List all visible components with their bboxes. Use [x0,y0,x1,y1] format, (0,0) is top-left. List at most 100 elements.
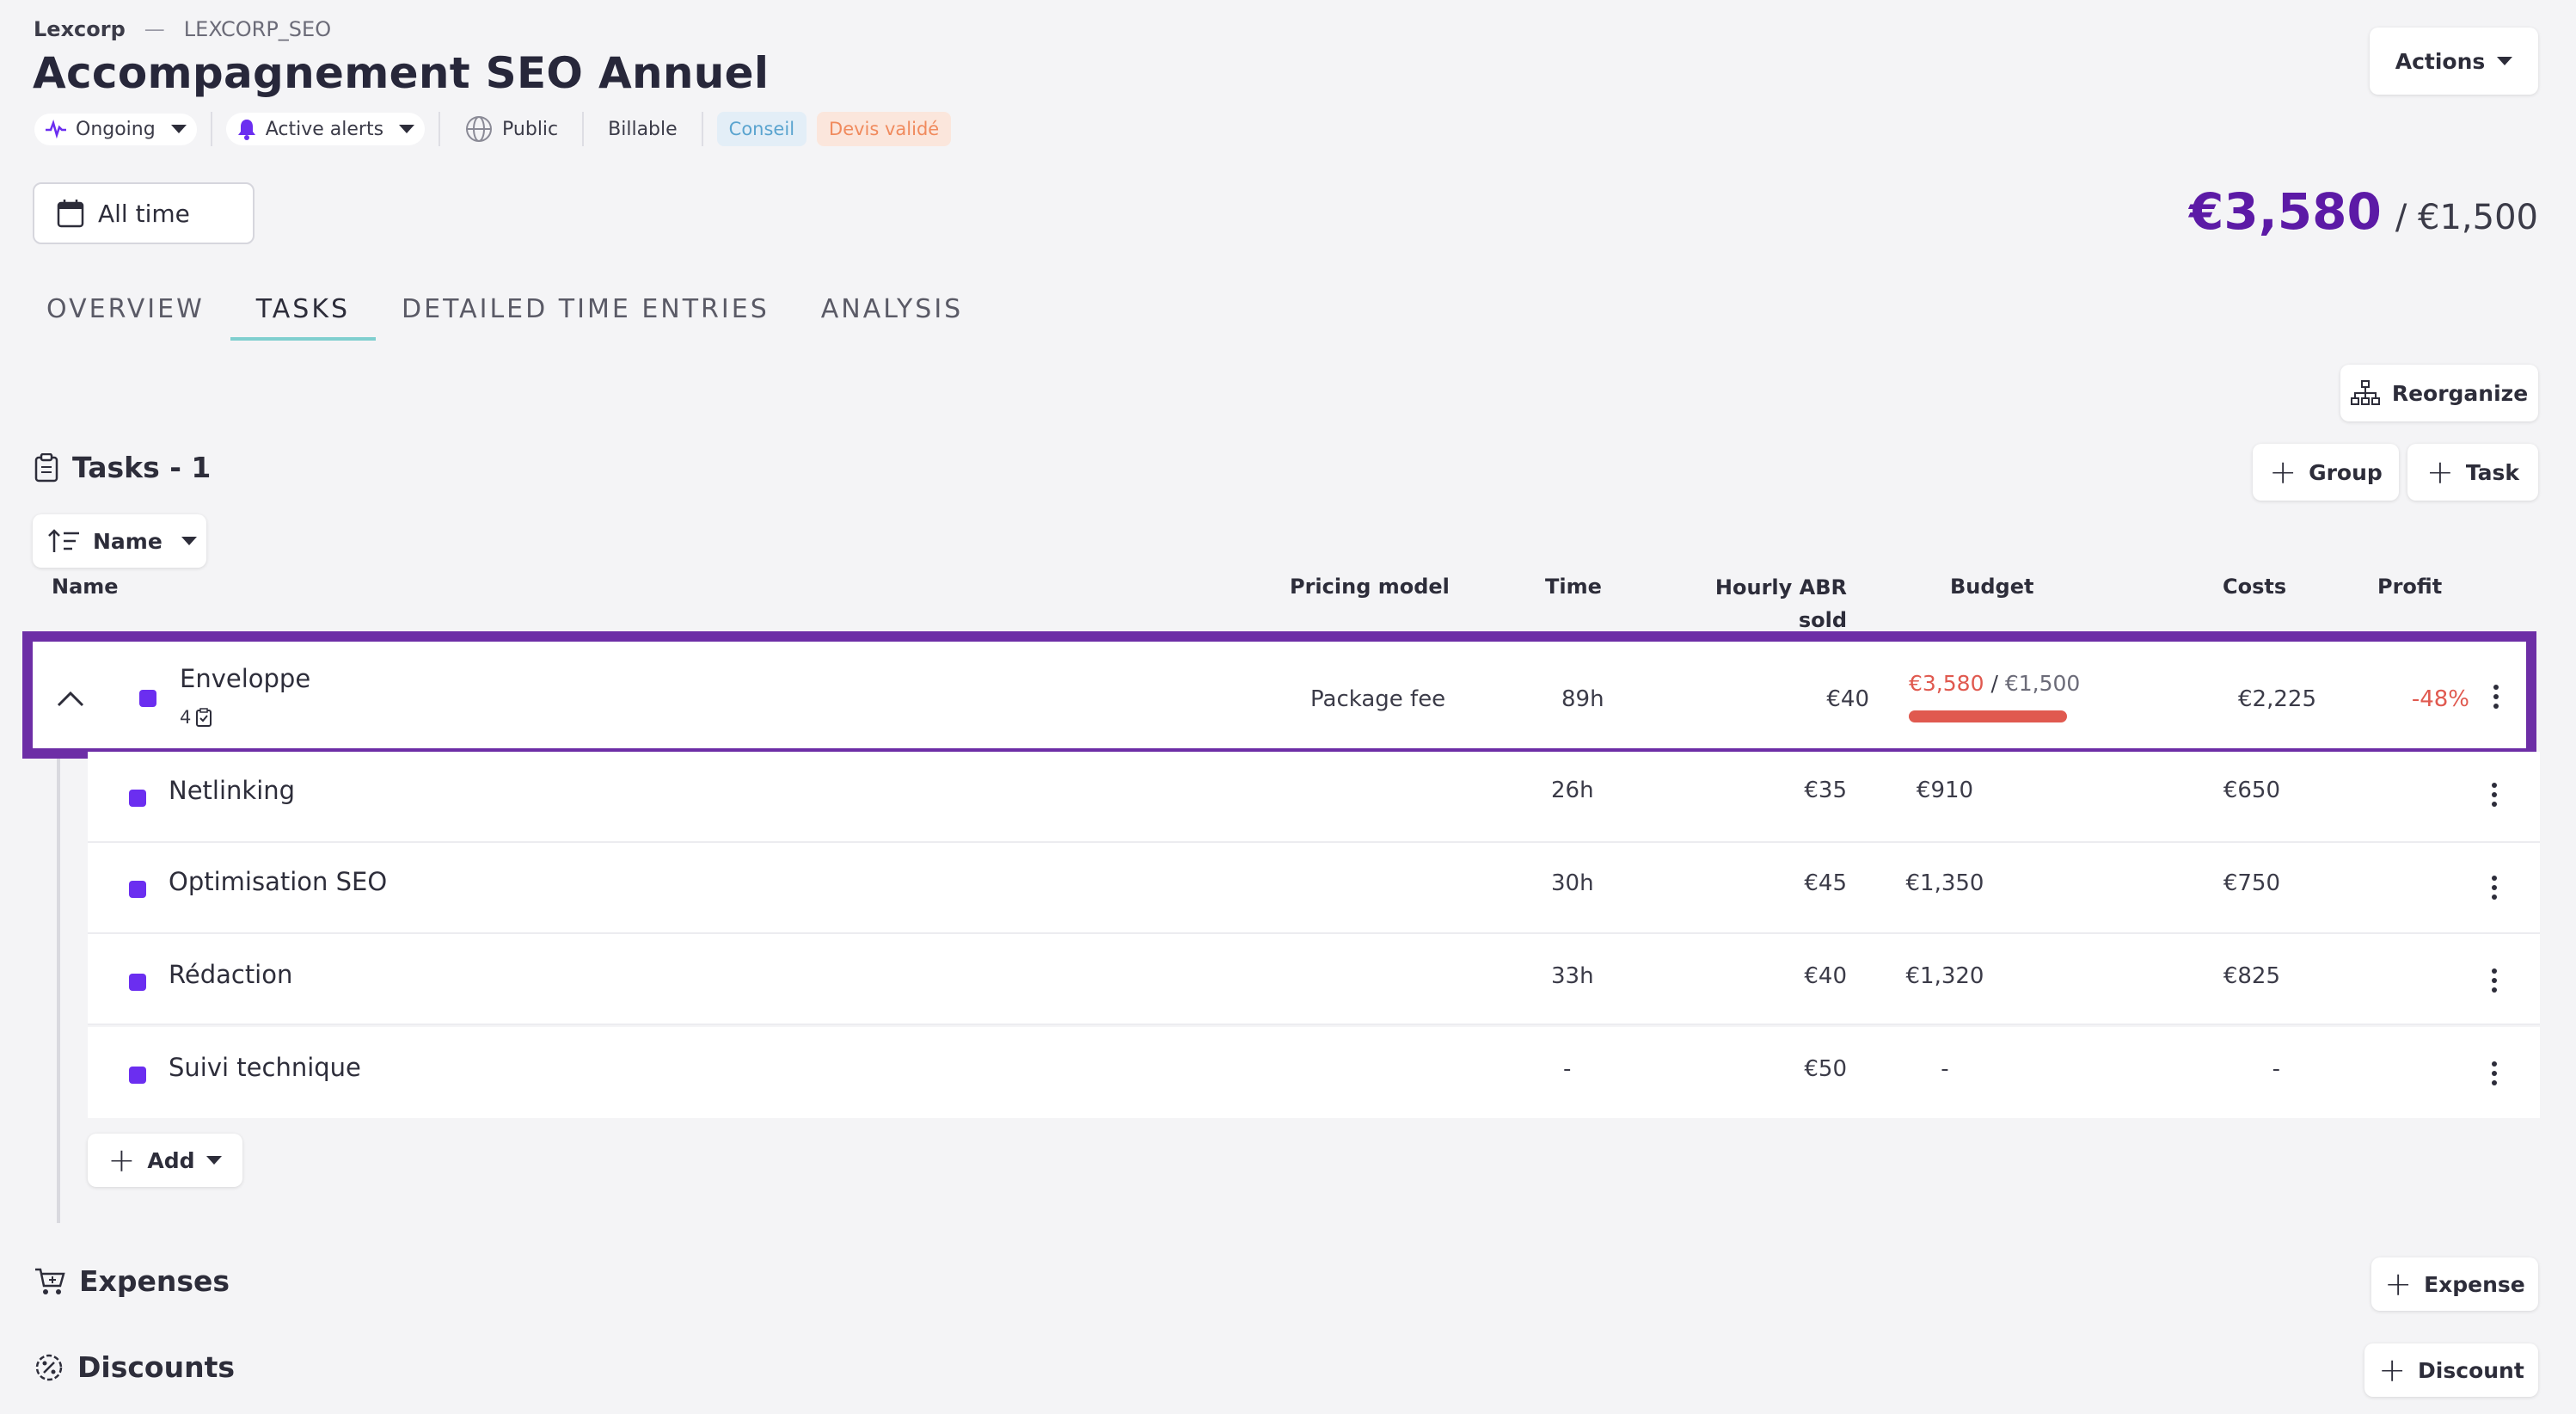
tab-analysis[interactable]: ANALYSIS [795,284,989,341]
add-dropdown-button[interactable]: + Add [88,1134,242,1187]
calendar-icon [57,200,84,228]
task-budget: €1,350 [1905,870,1984,896]
tasks-count-title: Tasks - 1 [72,451,212,484]
task-group-budget-actual: €3,580 [1909,671,1984,696]
task-color-dot [129,790,146,807]
task-group-row-enveloppe[interactable]: Enveloppe 4 Package fee 89h €40 €3,580 /… [22,631,2536,759]
tasks-section-title: Tasks - 1 [34,451,211,484]
column-header-budget[interactable]: Budget [1950,575,2034,599]
plus-icon: + [107,1141,136,1179]
column-header-name[interactable]: Name [52,575,119,599]
status-dropdown[interactable]: Ongoing [34,113,197,145]
budget-planned: / €1,500 [2395,198,2538,237]
project-meta-row: Ongoing Active alerts Public Billable Co… [34,109,952,149]
expenses-label: Expenses [79,1264,230,1298]
tag-devis-valide[interactable]: Devis validé [817,112,952,146]
column-header-costs[interactable]: Costs [2223,575,2286,599]
task-time: 33h [1551,963,1594,989]
task-budget: €1,320 [1905,963,1984,989]
sort-dropdown[interactable]: Name [33,514,206,568]
add-group-button[interactable]: + Group [2253,444,2399,501]
time-range-label: All time [98,199,190,228]
task-name: Rédaction [169,960,293,989]
bell-icon [237,120,255,140]
actions-button[interactable]: Actions [2370,28,2538,95]
task-costs: - [2272,1056,2280,1082]
task-group-name: Enveloppe [180,664,311,693]
task-color-dot [139,690,156,707]
task-color-dot [129,974,146,991]
task-group-budget: €3,580 / €1,500 [1909,671,2080,696]
column-header-hourly-abr-sold[interactable]: Hourly ABR sold [1711,571,1847,636]
task-row[interactable]: Rédaction 33h €40 €1,320 €825 [88,934,2540,1025]
divider [210,112,212,146]
tag-conseil[interactable]: Conseil [716,112,807,146]
budget-progress-bar [1909,710,2067,722]
breadcrumb-project-code: LEXCORP_SEO [183,17,332,41]
task-group-profit: -48% [2411,686,2469,712]
column-header-profit[interactable]: Profit [2377,575,2442,599]
more-options-icon[interactable] [2492,783,2497,807]
more-options-icon[interactable] [2493,685,2499,709]
billable-label: Billable [608,118,678,140]
task-group-budget-total: €1,500 [2004,671,2081,696]
divider [439,112,441,146]
budget-actual: €3,580 [2189,182,2382,241]
chevron-up-icon[interactable] [57,690,84,707]
task-costs: €750 [2223,870,2280,896]
more-options-icon[interactable] [2492,876,2497,900]
task-group-pricing-model: Package fee [1310,686,1446,712]
task-tree-connector [57,759,60,1223]
cart-icon [35,1268,65,1294]
alerts-dropdown[interactable]: Active alerts [225,113,426,145]
discounts-label: Discounts [77,1350,235,1384]
time-range-filter[interactable]: All time [33,182,255,244]
tab-overview[interactable]: OVERVIEW [33,284,230,341]
add-discount-button[interactable]: + Discount [2364,1343,2538,1397]
task-hourly-rate: €50 [1804,1056,1847,1082]
column-header-pricing-model[interactable]: Pricing model [1290,575,1450,599]
plus-icon: + [2384,1265,2413,1303]
chevron-down-icon [399,125,415,133]
add-task-button[interactable]: + Task [2407,444,2538,501]
status-label: Ongoing [76,118,156,140]
visibility-indicator: Public [454,109,568,149]
project-budget-summary: €3,580 / €1,500 [2189,182,2538,241]
chevron-down-icon [206,1156,223,1165]
column-header-time[interactable]: Time [1545,575,1602,599]
reorganize-button[interactable]: Reorganize [2340,365,2538,421]
more-options-icon[interactable] [2492,968,2497,993]
task-time: - [1563,1056,1572,1082]
task-hourly-rate: €35 [1804,778,1847,803]
add-group-label: Group [2309,459,2383,485]
tab-detailed-time-entries[interactable]: DETAILED TIME ENTRIES [376,284,795,341]
chevron-down-icon [2497,57,2513,65]
breadcrumb-org[interactable]: Lexcorp [34,17,126,41]
task-group-hourly-rate: €40 [1826,686,1869,712]
breadcrumb-separator: — [144,17,165,41]
task-budget: - [1941,1056,1949,1082]
task-row[interactable]: Netlinking 26h €35 €910 €650 [88,752,2540,843]
reorganize-label: Reorganize [2391,380,2529,406]
task-row[interactable]: Suivi technique - €50 - - [88,1027,2540,1118]
task-name: Suivi technique [169,1053,361,1082]
more-options-icon[interactable] [2492,1061,2497,1085]
task-color-dot [129,881,146,898]
task-group-count: 4 [180,707,212,728]
task-row[interactable]: Optimisation SEO 30h €45 €1,350 €750 [88,843,2540,934]
alerts-label: Active alerts [265,118,384,140]
tab-tasks[interactable]: TASKS [230,284,377,341]
task-group-budget-separator: / [1990,671,1998,696]
activity-icon [46,120,66,138]
plus-icon: + [2426,453,2454,491]
task-costs: €825 [2223,963,2280,989]
add-expense-button[interactable]: + Expense [2371,1257,2538,1311]
add-expense-label: Expense [2424,1271,2525,1297]
divider [701,112,703,146]
task-budget: €910 [1916,778,1974,803]
task-time: 26h [1551,778,1594,803]
divider [582,112,585,146]
discount-badge-icon [35,1354,63,1380]
add-label: Add [147,1147,195,1173]
sort-ascending-icon [48,529,79,552]
